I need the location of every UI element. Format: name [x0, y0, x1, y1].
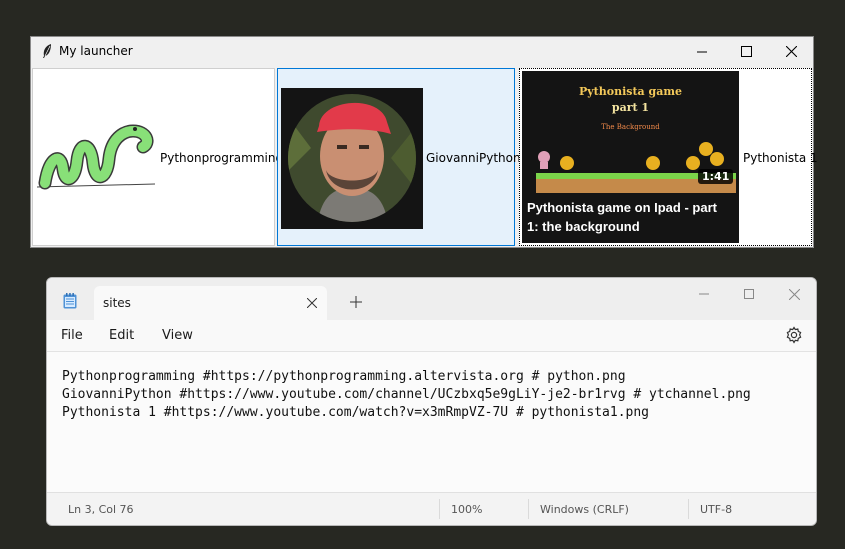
text-line: Pythonista 1 #https://www.youtube.com/wa… [62, 405, 649, 420]
window-title: My launcher [59, 44, 133, 58]
maximize-icon [744, 289, 754, 299]
game-scene-image [536, 142, 736, 193]
avatar [281, 88, 423, 229]
thumbnail-subtitle: The Background [601, 123, 660, 131]
minimize-button[interactable] [679, 37, 725, 66]
divider [439, 499, 440, 519]
maximize-icon [740, 46, 752, 57]
launcher-window: My launcher Pythonprogramming GiovanniPy… [30, 36, 818, 248]
duration-badge: 1:41 [698, 169, 734, 184]
cursor-position: Ln 3, Col 76 [68, 503, 134, 516]
text-editor[interactable]: Pythonprogramming #https://pythonprogram… [47, 352, 816, 494]
minimize-icon [697, 51, 707, 52]
gear-icon[interactable] [785, 326, 803, 344]
tab-strip[interactable]: sites [47, 278, 816, 320]
thumbnail-caption: Pythonista game on Ipad - part 1: the ba… [527, 200, 717, 234]
divider [688, 499, 689, 519]
plus-icon [350, 296, 362, 308]
menu-edit[interactable]: Edit [109, 328, 134, 343]
tab-close-button[interactable] [303, 294, 321, 312]
feather-icon [43, 44, 51, 58]
notepad-window: sites File Edit View Pythonprogramming #… [46, 277, 817, 526]
notepad-icon [63, 293, 77, 309]
text-line: Pythonprogramming #https://pythonprogram… [62, 369, 626, 384]
menu-file[interactable]: File [61, 328, 83, 343]
launcher-tile-pythonprogramming[interactable]: Pythonprogramming [32, 68, 283, 246]
thumbnail-part: part 1 [611, 101, 650, 114]
divider [528, 499, 529, 519]
line-ending: Windows (CRLF) [540, 503, 629, 516]
menu-bar: File Edit View [47, 320, 816, 351]
menu-view[interactable]: View [162, 328, 193, 343]
zoom-level[interactable]: 100% [451, 503, 482, 516]
close-icon [785, 46, 797, 57]
title-bar[interactable]: My launcher [31, 37, 813, 67]
close-icon [788, 288, 800, 300]
tab-label: sites [103, 296, 131, 310]
tile-label: GiovanniPython [426, 151, 521, 165]
tab-sites[interactable]: sites [94, 286, 327, 320]
maximize-button[interactable] [729, 282, 769, 306]
new-tab-button[interactable] [347, 293, 365, 311]
launcher-tile-giovannipython[interactable]: GiovanniPython [277, 68, 521, 246]
close-button[interactable] [774, 282, 814, 306]
encoding: UTF-8 [700, 503, 733, 516]
minimize-button[interactable] [684, 282, 724, 306]
thumbnail-title: Pythonista game [579, 85, 682, 98]
minimize-icon [699, 293, 709, 295]
maximize-button[interactable] [723, 37, 769, 66]
tile-label: Pythonista 1 [743, 151, 818, 165]
status-bar: Ln 3, Col 76 100% Windows (CRLF) UTF-8 [47, 492, 816, 525]
launcher-tile-pythonista-1[interactable]: Pythonista game part 1 The Background 1:… [519, 68, 818, 246]
snake-image [36, 124, 156, 190]
video-thumbnail: Pythonista game part 1 The Background 1:… [522, 71, 739, 243]
close-icon [307, 298, 317, 308]
tile-label: Pythonprogramming [160, 151, 284, 165]
text-line: GiovanniPython #https://www.youtube.com/… [62, 387, 751, 402]
close-button[interactable] [768, 37, 814, 66]
